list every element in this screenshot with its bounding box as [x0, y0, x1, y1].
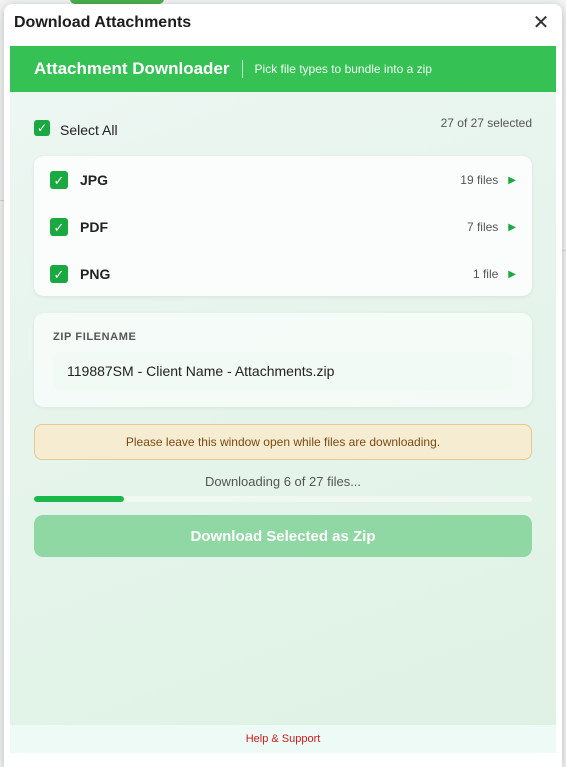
download-zip-button[interactable]: Download Selected as Zip [34, 515, 532, 557]
file-count: 7 files [466, 220, 499, 234]
file-count: 19 files [460, 173, 499, 187]
warning-message: Please leave this window open while file… [34, 424, 532, 460]
check-icon[interactable]: ✓ [50, 218, 68, 236]
select-all-checkbox[interactable]: ✓ Select All [34, 118, 118, 138]
dialog-title: Download Attachments [14, 14, 192, 31]
dialog-header: Download Attachments ✕ [4, 4, 562, 42]
file-type-label: PDF [80, 219, 108, 235]
play-triangle-icon[interactable]: ▶ [508, 222, 516, 233]
banner: Attachment Downloader Pick file types to… [10, 46, 556, 92]
file-type-row-png[interactable]: ✓ PNG 1 file ▶ [50, 260, 516, 288]
help-support-link[interactable]: Help & Support [246, 733, 321, 745]
downloader-panel: Attachment Downloader Pick file types to… [10, 46, 556, 753]
select-all-label: Select All [60, 122, 118, 138]
file-type-row-pdf[interactable]: ✓ PDF 7 files ▶ [50, 213, 516, 241]
file-type-label: PNG [80, 266, 111, 282]
background-divider [562, 250, 566, 251]
footer: Help & Support [10, 725, 556, 753]
selected-count: 27 of 27 selected [440, 116, 532, 130]
zip-filename-input[interactable] [53, 352, 513, 390]
banner-subtitle: Pick file types to bundle into a zip [254, 62, 432, 76]
close-icon[interactable]: ✕ [530, 12, 552, 34]
download-attachments-dialog: Download Attachments ✕ Attachment Downlo… [4, 4, 562, 767]
file-type-row-jpg[interactable]: ✓ JPG 19 files ▶ [50, 166, 516, 194]
check-icon[interactable]: ✓ [50, 171, 68, 189]
file-type-label: JPG [80, 172, 109, 188]
progress-text: Downloading 6 of 27 files... [204, 474, 362, 489]
progress-bar [34, 496, 532, 502]
progress-fill [34, 496, 124, 502]
check-icon: ✓ [34, 120, 50, 136]
play-triangle-icon[interactable]: ▶ [508, 175, 516, 186]
banner-title: Attachment Downloader [34, 59, 230, 78]
banner-divider [241, 60, 243, 78]
zip-filename-label: ZIP FILENAME [53, 331, 137, 343]
check-icon[interactable]: ✓ [50, 265, 68, 283]
file-count: 1 file [472, 267, 499, 281]
file-types-list: ✓ JPG 19 files ▶ ✓ PDF 7 files ▶ ✓ PNG 1… [34, 156, 532, 296]
select-all-row: ✓ Select All 27 of 27 selected [34, 116, 532, 138]
zip-filename-card: ZIP FILENAME [34, 313, 532, 407]
play-triangle-icon[interactable]: ▶ [508, 269, 516, 280]
